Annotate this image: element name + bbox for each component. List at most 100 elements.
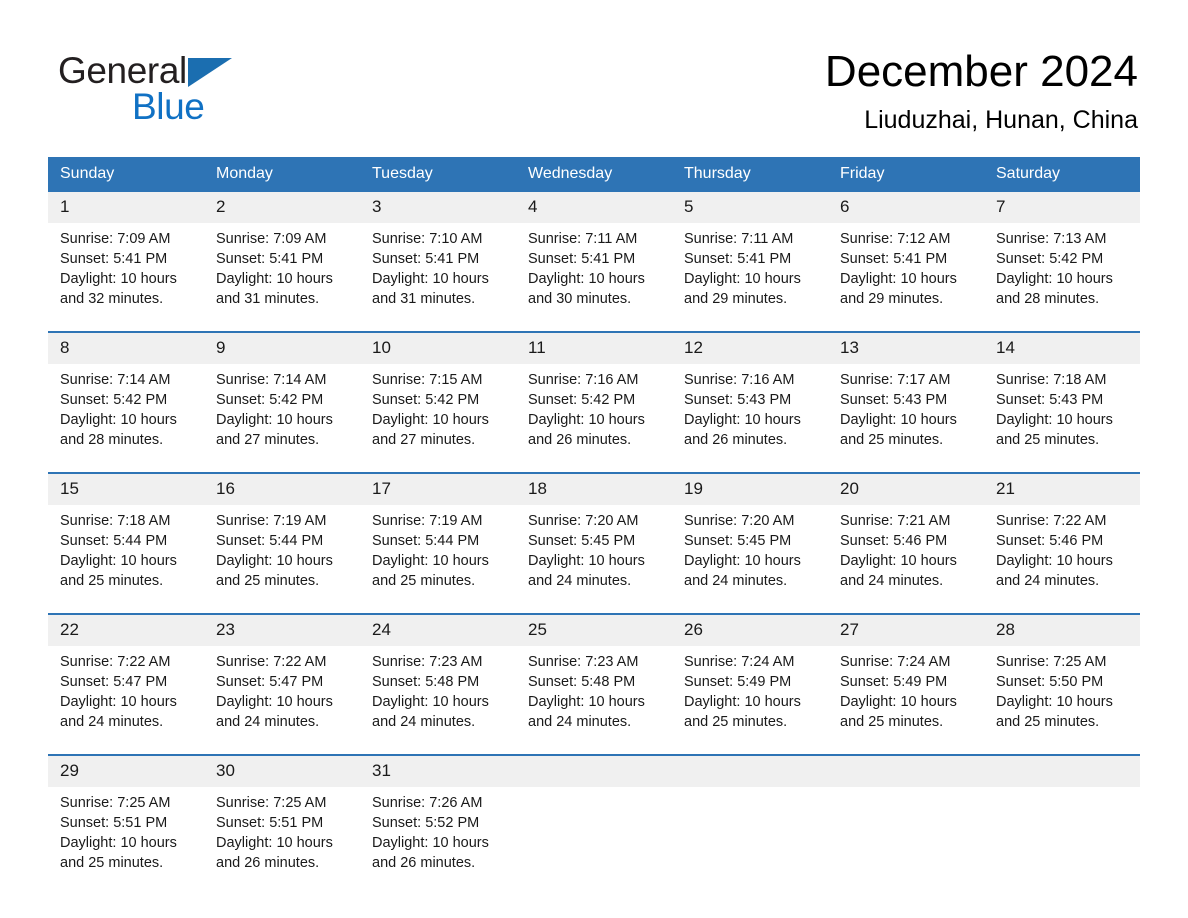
day-cell-empty [984,754,1140,895]
day-cell[interactable]: 4 Sunrise: 7:11 AM Sunset: 5:41 PM Dayli… [516,192,672,332]
daylight-text: Daylight: 10 hours and 24 minutes. [216,694,333,730]
day-cell[interactable]: 6 Sunrise: 7:12 AM Sunset: 5:41 PM Dayli… [828,192,984,332]
day-cell[interactable]: 8 Sunrise: 7:14 AM Sunset: 5:42 PM Dayli… [48,331,204,473]
day-cell[interactable]: 12 Sunrise: 7:16 AM Sunset: 5:43 PM Dayl… [672,331,828,473]
day-number: 6 [828,192,984,223]
weekday-header-friday: Friday [828,157,984,192]
daylight-text: Daylight: 10 hours and 25 minutes. [60,553,177,589]
day-number: 1 [48,192,204,223]
day-cell[interactable]: 24 Sunrise: 7:23 AM Sunset: 5:48 PM Dayl… [360,613,516,755]
sunset-text: Sunset: 5:46 PM [996,533,1104,549]
day-cell[interactable]: 27 Sunrise: 7:24 AM Sunset: 5:49 PM Dayl… [828,613,984,755]
calendar-page: General Blue December 2024 Liuduzhai, Hu… [0,0,1188,918]
day-number: 19 [672,474,828,505]
weekday-header-sunday: Sunday [48,157,204,192]
sunset-text: Sunset: 5:41 PM [684,251,792,267]
day-cell[interactable]: 2 Sunrise: 7:09 AM Sunset: 5:41 PM Dayli… [204,192,360,332]
daylight-text: Daylight: 10 hours and 25 minutes. [372,553,489,589]
sunset-text: Sunset: 5:43 PM [996,392,1104,408]
day-cell[interactable]: 14 Sunrise: 7:18 AM Sunset: 5:43 PM Dayl… [984,331,1140,473]
day-details: Sunrise: 7:18 AM Sunset: 5:43 PM Dayligh… [984,364,1140,472]
day-cell[interactable]: 1 Sunrise: 7:09 AM Sunset: 5:41 PM Dayli… [48,192,204,332]
day-details: Sunrise: 7:25 AM Sunset: 5:51 PM Dayligh… [48,787,204,895]
day-number: 9 [204,333,360,364]
day-number: 22 [48,615,204,646]
weekday-header-row: Sunday Monday Tuesday Wednesday Thursday… [48,157,1140,192]
day-number [516,756,672,787]
sunrise-text: Sunrise: 7:11 AM [684,231,794,247]
day-cell[interactable]: 5 Sunrise: 7:11 AM Sunset: 5:41 PM Dayli… [672,192,828,332]
day-details: Sunrise: 7:24 AM Sunset: 5:49 PM Dayligh… [672,646,828,754]
day-cell[interactable]: 15 Sunrise: 7:18 AM Sunset: 5:44 PM Dayl… [48,472,204,614]
day-number: 8 [48,333,204,364]
day-cell[interactable]: 23 Sunrise: 7:22 AM Sunset: 5:47 PM Dayl… [204,613,360,755]
day-cell[interactable]: 28 Sunrise: 7:25 AM Sunset: 5:50 PM Dayl… [984,613,1140,755]
day-cell[interactable]: 16 Sunrise: 7:19 AM Sunset: 5:44 PM Dayl… [204,472,360,614]
day-cell[interactable]: 29 Sunrise: 7:25 AM Sunset: 5:51 PM Dayl… [48,754,204,895]
day-details: Sunrise: 7:17 AM Sunset: 5:43 PM Dayligh… [828,364,984,472]
day-cell[interactable]: 11 Sunrise: 7:16 AM Sunset: 5:42 PM Dayl… [516,331,672,473]
daylight-text: Daylight: 10 hours and 24 minutes. [684,553,801,589]
day-cell[interactable]: 7 Sunrise: 7:13 AM Sunset: 5:42 PM Dayli… [984,192,1140,332]
sunset-text: Sunset: 5:50 PM [996,674,1104,690]
day-cell[interactable]: 18 Sunrise: 7:20 AM Sunset: 5:45 PM Dayl… [516,472,672,614]
day-number [672,756,828,787]
sunrise-text: Sunrise: 7:12 AM [840,231,951,247]
brand-logo[interactable]: General Blue [58,50,318,132]
sunrise-text: Sunrise: 7:09 AM [60,231,171,247]
day-cell[interactable]: 30 Sunrise: 7:25 AM Sunset: 5:51 PM Dayl… [204,754,360,895]
day-cell[interactable]: 13 Sunrise: 7:17 AM Sunset: 5:43 PM Dayl… [828,331,984,473]
day-cell[interactable]: 22 Sunrise: 7:22 AM Sunset: 5:47 PM Dayl… [48,613,204,755]
sunrise-text: Sunrise: 7:20 AM [684,513,795,529]
day-cell[interactable]: 20 Sunrise: 7:21 AM Sunset: 5:46 PM Dayl… [828,472,984,614]
day-number: 2 [204,192,360,223]
sunset-text: Sunset: 5:48 PM [372,674,480,690]
daylight-text: Daylight: 10 hours and 24 minutes. [528,553,645,589]
day-number: 18 [516,474,672,505]
sunrise-text: Sunrise: 7:25 AM [216,795,327,811]
day-number: 28 [984,615,1140,646]
day-cell[interactable]: 31 Sunrise: 7:26 AM Sunset: 5:52 PM Dayl… [360,754,516,895]
sunrise-text: Sunrise: 7:23 AM [528,654,639,670]
day-details: Sunrise: 7:26 AM Sunset: 5:52 PM Dayligh… [360,787,516,895]
day-number: 14 [984,333,1140,364]
day-cell[interactable]: 3 Sunrise: 7:10 AM Sunset: 5:41 PM Dayli… [360,192,516,332]
day-number: 4 [516,192,672,223]
day-cell[interactable]: 26 Sunrise: 7:24 AM Sunset: 5:49 PM Dayl… [672,613,828,755]
day-details: Sunrise: 7:19 AM Sunset: 5:44 PM Dayligh… [360,505,516,613]
day-details: Sunrise: 7:16 AM Sunset: 5:42 PM Dayligh… [516,364,672,472]
day-cell[interactable]: 9 Sunrise: 7:14 AM Sunset: 5:42 PM Dayli… [204,331,360,473]
day-details: Sunrise: 7:12 AM Sunset: 5:41 PM Dayligh… [828,223,984,331]
sunrise-text: Sunrise: 7:26 AM [372,795,483,811]
sunset-text: Sunset: 5:42 PM [60,392,168,408]
day-details: Sunrise: 7:10 AM Sunset: 5:41 PM Dayligh… [360,223,516,331]
page-header: General Blue December 2024 Liuduzhai, Hu… [48,44,1140,144]
day-cell[interactable]: 17 Sunrise: 7:19 AM Sunset: 5:44 PM Dayl… [360,472,516,614]
day-details: Sunrise: 7:16 AM Sunset: 5:43 PM Dayligh… [672,364,828,472]
sunrise-text: Sunrise: 7:25 AM [996,654,1107,670]
day-details: Sunrise: 7:11 AM Sunset: 5:41 PM Dayligh… [672,223,828,331]
day-cell[interactable]: 21 Sunrise: 7:22 AM Sunset: 5:46 PM Dayl… [984,472,1140,614]
sunset-text: Sunset: 5:43 PM [684,392,792,408]
daylight-text: Daylight: 10 hours and 32 minutes. [60,271,177,307]
day-number [984,756,1140,787]
sunset-text: Sunset: 5:51 PM [60,815,168,831]
day-cell[interactable]: 10 Sunrise: 7:15 AM Sunset: 5:42 PM Dayl… [360,331,516,473]
day-cell-empty [516,754,672,895]
sunrise-text: Sunrise: 7:22 AM [60,654,171,670]
sunrise-text: Sunrise: 7:14 AM [60,372,171,388]
day-number: 10 [360,333,516,364]
daylight-text: Daylight: 10 hours and 31 minutes. [216,271,333,307]
day-details: Sunrise: 7:24 AM Sunset: 5:49 PM Dayligh… [828,646,984,754]
calendar-week-row: 22 Sunrise: 7:22 AM Sunset: 5:47 PM Dayl… [48,613,1140,755]
day-cell[interactable]: 19 Sunrise: 7:20 AM Sunset: 5:45 PM Dayl… [672,472,828,614]
sunrise-text: Sunrise: 7:21 AM [840,513,951,529]
day-cell-empty [672,754,828,895]
day-cell[interactable]: 25 Sunrise: 7:23 AM Sunset: 5:48 PM Dayl… [516,613,672,755]
daylight-text: Daylight: 10 hours and 24 minutes. [840,553,957,589]
day-details: Sunrise: 7:25 AM Sunset: 5:50 PM Dayligh… [984,646,1140,754]
day-number: 25 [516,615,672,646]
day-number: 26 [672,615,828,646]
brand-text-blue: Blue [132,86,205,127]
day-details: Sunrise: 7:11 AM Sunset: 5:41 PM Dayligh… [516,223,672,331]
